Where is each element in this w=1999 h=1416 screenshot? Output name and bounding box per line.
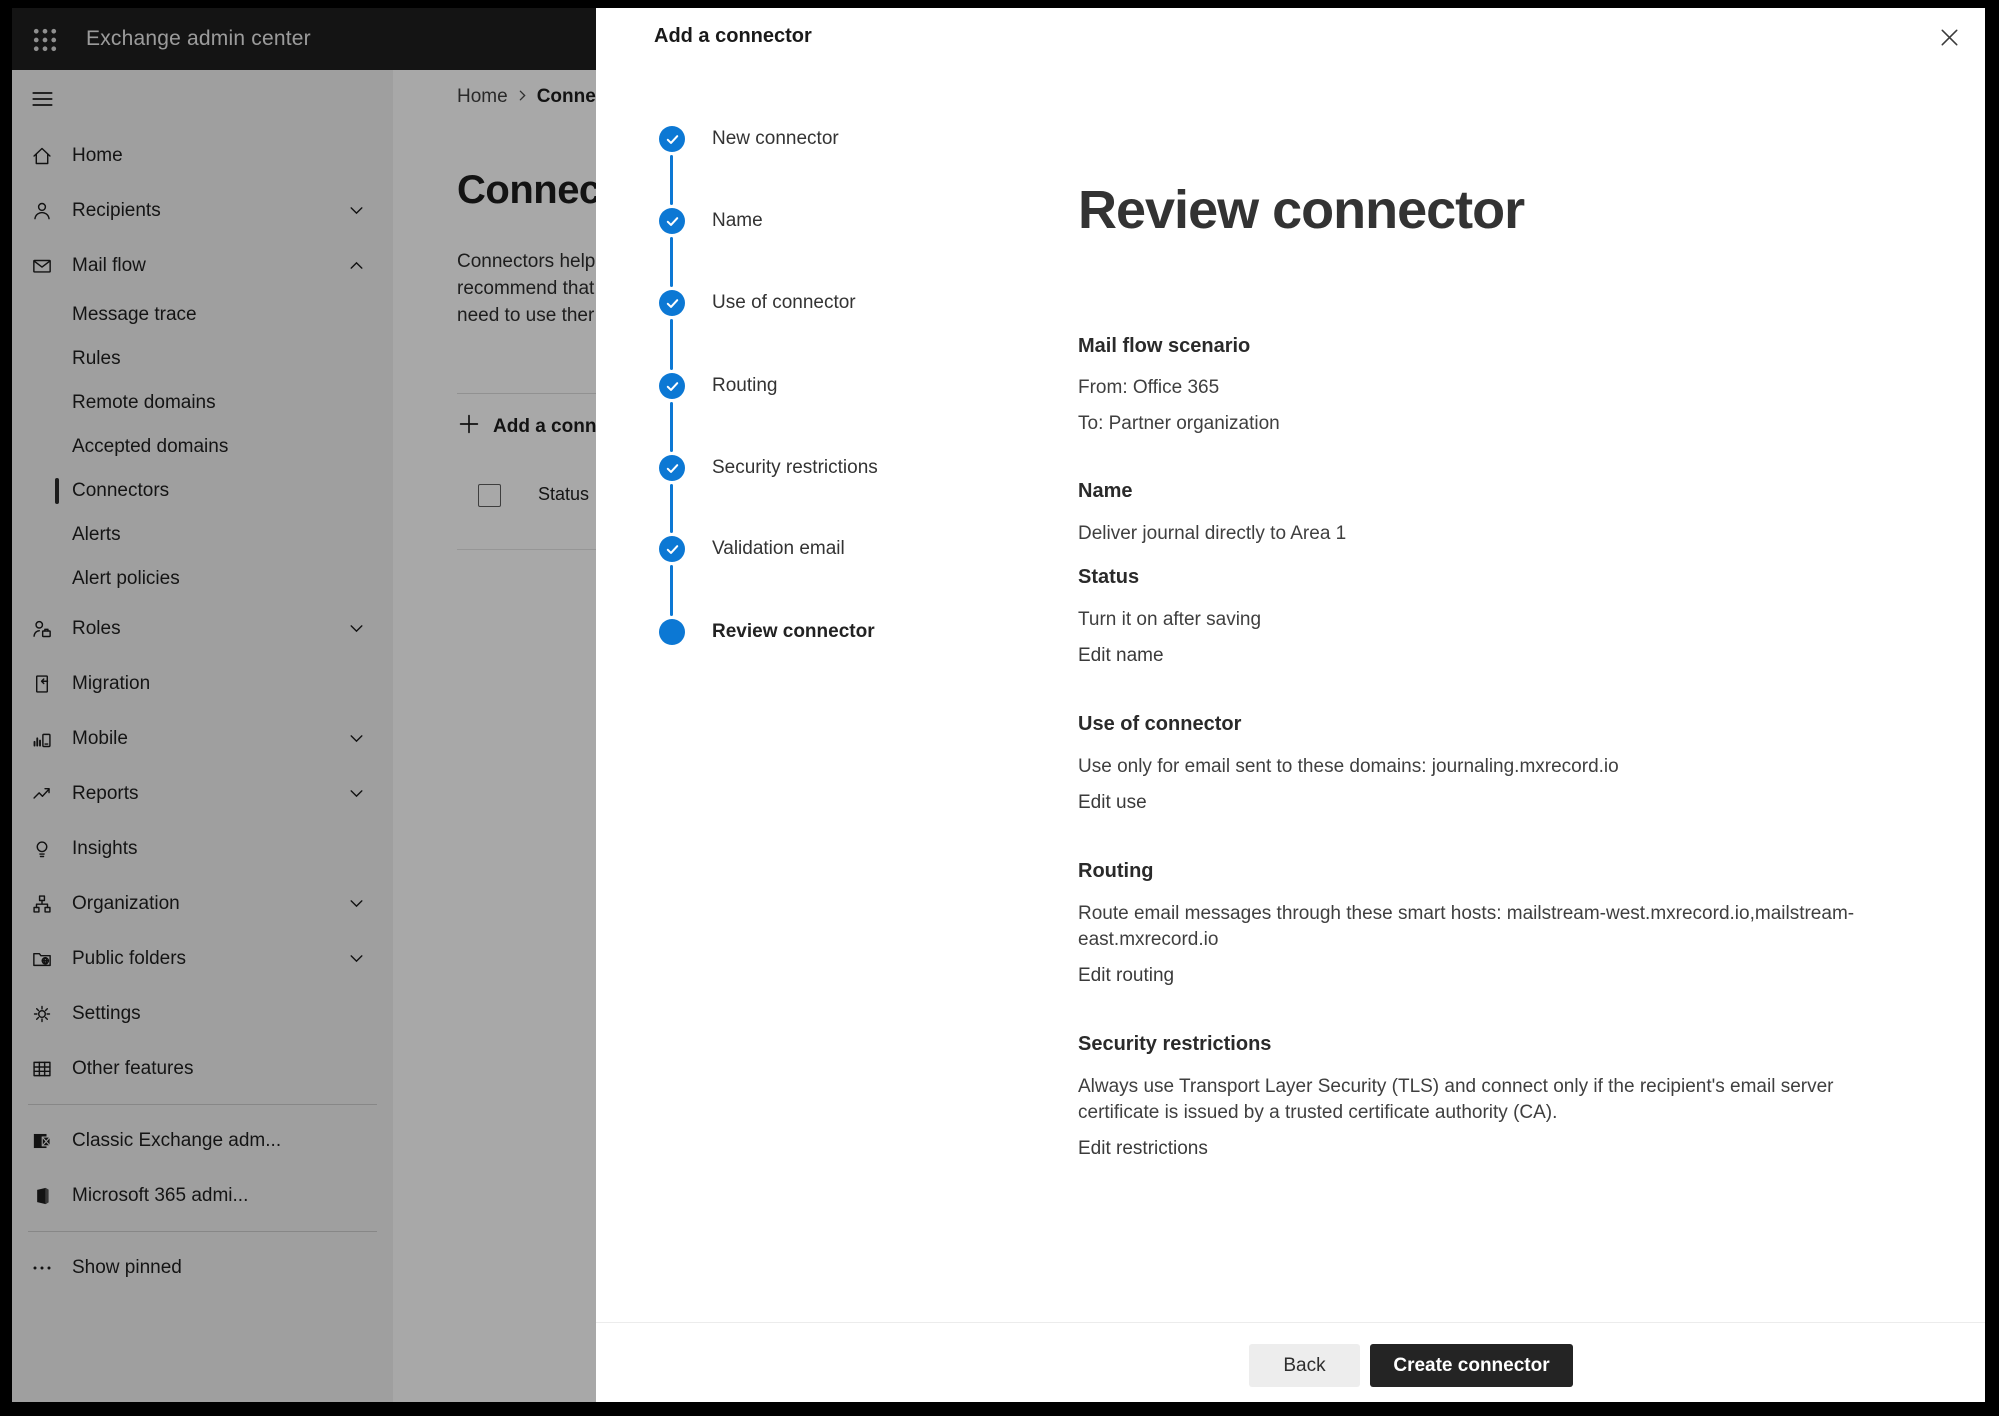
edit-routing-link[interactable]: Edit routing xyxy=(1078,962,1174,990)
step-completed-icon xyxy=(659,536,685,562)
close-icon[interactable] xyxy=(1935,23,1963,51)
review-value: To: Partner organization xyxy=(1078,411,1888,437)
review-value: Deliver journal directly to Area 1 xyxy=(1078,521,1888,547)
edit-name-link[interactable]: Edit name xyxy=(1078,642,1164,670)
stepper-connector-line xyxy=(670,237,673,287)
wizard-stepper: New connector Name Use of connector Routing… xyxy=(596,65,1008,1323)
review-value: Route email messages through these smart… xyxy=(1078,901,1888,953)
stepper-connector-line xyxy=(670,484,673,533)
step-completed-icon xyxy=(659,126,685,152)
step-label: Security restrictions xyxy=(712,457,878,479)
panel-header: Add a connector xyxy=(596,8,1985,66)
create-connector-button[interactable]: Create connector xyxy=(1370,1344,1573,1387)
edit-restrictions-link[interactable]: Edit restrictions xyxy=(1078,1135,1208,1163)
step-label: Validation email xyxy=(712,538,845,560)
step-label: Use of connector xyxy=(712,292,856,314)
panel-footer: Back Create connector xyxy=(596,1322,1985,1402)
step-completed-icon xyxy=(659,208,685,234)
review-value: From: Office 365 xyxy=(1078,375,1888,401)
step-completed-icon xyxy=(659,373,685,399)
back-button[interactable]: Back xyxy=(1249,1344,1360,1387)
step-completed-icon xyxy=(659,290,685,316)
app-window: Exchange admin center HomeRecipientsMail… xyxy=(12,8,1985,1402)
step-validation-email[interactable]: Validation email xyxy=(659,533,845,565)
step-label: Review connector xyxy=(712,621,875,643)
review-value: Always use Transport Layer Security (TLS… xyxy=(1078,1074,1888,1126)
step-name[interactable]: Name xyxy=(659,205,763,237)
review-section-security-restrictions: Security restrictions xyxy=(1078,1030,1888,1058)
review-heading: Review connector xyxy=(1078,178,1888,242)
step-new-connector[interactable]: New connector xyxy=(659,123,839,155)
step-security-restrictions[interactable]: Security restrictions xyxy=(659,452,878,484)
step-completed-icon xyxy=(659,455,685,481)
review-value: Use only for email sent to these domains… xyxy=(1078,754,1888,780)
panel-title: Add a connector xyxy=(654,8,812,65)
step-routing[interactable]: Routing xyxy=(659,370,778,402)
review-section-status: Status xyxy=(1078,563,1888,591)
review-section-mail-flow-scenario: Mail flow scenario xyxy=(1078,332,1888,360)
stepper-connector-line xyxy=(670,402,673,452)
step-label: Name xyxy=(712,210,763,232)
step-review-connector[interactable]: Review connector xyxy=(659,616,875,648)
review-section-name: Name xyxy=(1078,477,1888,505)
stepper-connector-line xyxy=(670,565,673,616)
add-connector-panel: Add a connector New connector Name Use of … xyxy=(596,8,1985,1402)
edit-use-link[interactable]: Edit use xyxy=(1078,789,1147,817)
stepper-connector-line xyxy=(670,319,673,370)
step-label: New connector xyxy=(712,128,839,150)
review-pane: Review connector Mail flow scenario From:… xyxy=(1007,65,1985,1323)
step-current-dot xyxy=(659,619,685,645)
review-section-use-of-connector: Use of connector xyxy=(1078,710,1888,738)
review-section-routing: Routing xyxy=(1078,857,1888,885)
step-label: Routing xyxy=(712,375,778,397)
step-use-of-connector[interactable]: Use of connector xyxy=(659,287,856,319)
stepper-connector-line xyxy=(670,155,673,205)
review-value: Turn it on after saving xyxy=(1078,607,1888,633)
